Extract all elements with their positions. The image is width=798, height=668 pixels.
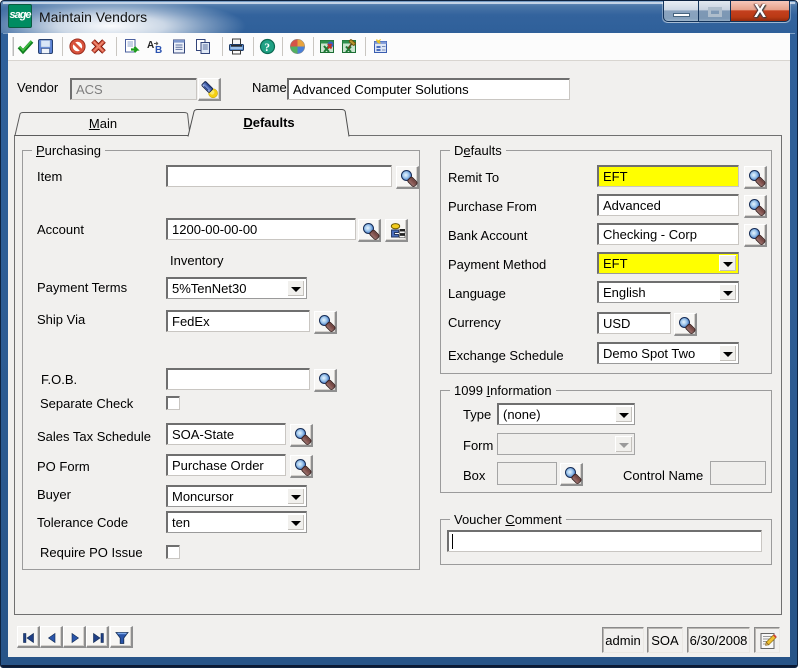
svg-text:?: ? xyxy=(264,42,270,54)
svg-text:B: B xyxy=(155,45,162,55)
svg-text:A: A xyxy=(147,40,154,51)
